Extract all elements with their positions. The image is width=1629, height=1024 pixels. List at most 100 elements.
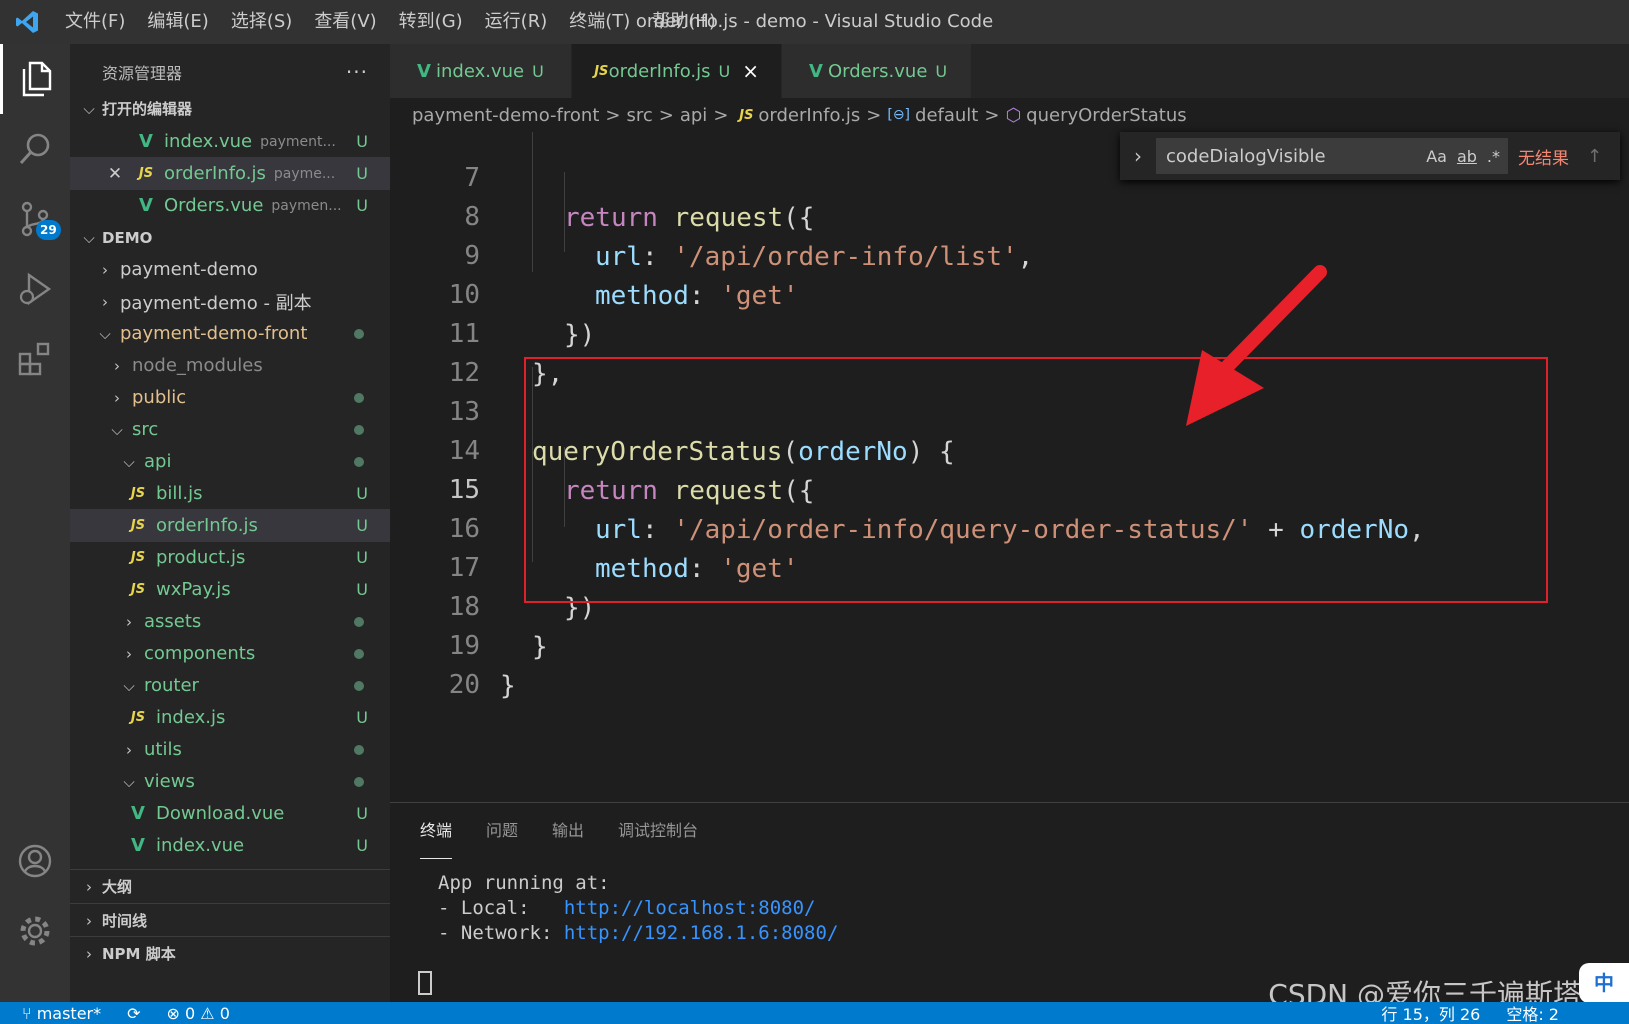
js-file-icon: JS: [130, 486, 146, 501]
tab-index-vue[interactable]: V index.vue U: [390, 44, 572, 98]
settings-gear-icon[interactable]: [0, 896, 70, 966]
menu-help[interactable]: 帮助(H): [641, 0, 727, 44]
network-url-link[interactable]: http://192.168.1.6:8080/: [564, 922, 839, 944]
sync-icon[interactable]: ⟳: [127, 1004, 140, 1023]
modified-dot: [354, 616, 364, 627]
chevron-down-icon: ⌵: [123, 452, 135, 471]
status-bar: ⑂ master* ⟳ ⊗ 0 ⚠ 0 行 15，列 26 空格: 2: [0, 1002, 1629, 1024]
outline-section[interactable]: › 大纲: [70, 870, 390, 903]
open-editor-item-active[interactable]: ✕ JS orderInfo.js payme... U: [70, 157, 390, 190]
previous-match-icon[interactable]: ↑: [1587, 146, 1602, 167]
js-file-icon: JS: [130, 710, 146, 725]
file-item[interactable]: V Download.vue U: [70, 797, 390, 830]
local-url-link[interactable]: http://localhost:8080/: [564, 897, 816, 919]
cursor-position[interactable]: 行 15，列 26: [1381, 1002, 1480, 1024]
folder-item[interactable]: ⌵ views: [70, 765, 390, 798]
chevron-right-icon: ›: [126, 612, 132, 631]
js-file-icon: JS: [130, 518, 146, 533]
breadcrumb-item[interactable]: payment-demo-front: [412, 105, 599, 126]
menu-selection[interactable]: 选择(S): [220, 0, 303, 44]
js-file-icon: JS: [739, 107, 754, 123]
file-item[interactable]: JS index.js U: [70, 701, 390, 734]
close-icon[interactable]: ✕: [104, 164, 126, 184]
terminal-output[interactable]: App running at: - Local: http://localhost…: [438, 871, 838, 946]
file-item[interactable]: V index.vue U: [70, 829, 390, 862]
modified-dot: [354, 424, 364, 435]
source-control-icon[interactable]: 29: [0, 184, 70, 254]
problems-indicator[interactable]: ⊗ 0 ⚠ 0: [167, 1004, 230, 1023]
chevron-right-icon: ›: [126, 740, 132, 759]
run-debug-icon[interactable]: [0, 254, 70, 324]
accounts-icon[interactable]: [0, 826, 70, 896]
folder-item[interactable]: › components: [70, 637, 390, 670]
vue-file-icon: V: [809, 60, 823, 82]
js-file-icon: JS: [130, 582, 146, 597]
explorer-icon[interactable]: [0, 44, 70, 114]
chevron-down-icon: ⌵: [123, 772, 135, 791]
menu-terminal[interactable]: 终端(T): [558, 0, 641, 44]
use-regex-icon[interactable]: .*: [1487, 147, 1500, 166]
match-case-icon[interactable]: Aa: [1426, 147, 1447, 166]
git-status: U: [356, 516, 368, 535]
menu-edit[interactable]: 编辑(E): [136, 0, 219, 44]
timeline-section[interactable]: › 时间线: [70, 904, 390, 937]
folder-item[interactable]: › node_modules: [70, 349, 390, 382]
npm-scripts-section[interactable]: › NPM 脚本: [70, 937, 390, 970]
folder-item[interactable]: › payment-demo: [70, 253, 390, 286]
editor-tabs: V index.vue U JS orderInfo.js U × V Orde…: [390, 44, 1629, 98]
vue-file-icon: V: [139, 195, 153, 216]
workspace-section[interactable]: ⌵ DEMO: [70, 221, 390, 254]
tab-orderinfo-js[interactable]: JS orderInfo.js U ×: [572, 44, 782, 98]
file-item[interactable]: JS bill.js U: [70, 477, 390, 510]
menu-file[interactable]: 文件(F): [54, 0, 136, 44]
menu-go[interactable]: 转到(G): [388, 0, 474, 44]
search-icon[interactable]: [0, 114, 70, 184]
menu-run[interactable]: 运行(R): [474, 0, 559, 44]
tab-debug-console[interactable]: 调试控制台: [618, 803, 698, 859]
folder-item[interactable]: ⌵ src: [70, 413, 390, 446]
branch-indicator[interactable]: ⑂ master*: [22, 1004, 101, 1023]
folder-item[interactable]: ⌵ api: [70, 445, 390, 478]
open-editor-item[interactable]: V Orders.vue paymen... U: [70, 189, 390, 222]
npm-scripts-title: NPM 脚本: [102, 945, 176, 963]
tab-orders-vue[interactable]: V Orders.vue U: [782, 44, 972, 98]
folder-item[interactable]: ⌵ router: [70, 669, 390, 702]
tab-terminal[interactable]: 终端: [420, 803, 453, 859]
breadcrumb-item[interactable]: api: [680, 105, 707, 126]
close-tab-icon[interactable]: ×: [742, 59, 759, 83]
breadcrumb-item[interactable]: queryOrderStatus: [1026, 105, 1186, 126]
tab-output[interactable]: 输出: [552, 803, 584, 859]
indentation[interactable]: 空格: 2: [1506, 1002, 1559, 1024]
extensions-icon[interactable]: [0, 324, 70, 394]
code-line: 12: [390, 313, 1629, 388]
folder-item[interactable]: › utils: [70, 733, 390, 766]
ime-indicator[interactable]: 中: [1579, 963, 1629, 1003]
terminal-label: - Local:: [438, 897, 564, 919]
modified-dot: [354, 680, 364, 691]
folder-item[interactable]: ⌵ payment-demo-front: [70, 317, 390, 350]
more-actions-icon[interactable]: ···: [346, 60, 368, 84]
find-input[interactable]: codeDialogVisible Aa ab .*: [1156, 138, 1508, 174]
toggle-replace-chevron-icon[interactable]: ›: [1120, 144, 1156, 168]
breadcrumb-item[interactable]: src: [626, 105, 652, 126]
match-whole-word-icon[interactable]: ab: [1457, 147, 1477, 166]
title-bar: 文件(F) 编辑(E) 选择(S) 查看(V) 转到(G) 运行(R) 终端(T…: [0, 0, 1629, 44]
breadcrumb-item[interactable]: default: [915, 105, 978, 126]
file-item[interactable]: JS wxPay.js U: [70, 573, 390, 606]
file-item[interactable]: JS product.js U: [70, 541, 390, 574]
folder-item[interactable]: › payment-demo - 副本: [70, 285, 390, 318]
folder-label: components: [144, 643, 256, 664]
folder-item[interactable]: › assets: [70, 605, 390, 638]
code-editor[interactable]: 7 return request({ 8 url: '/api/order-in…: [390, 132, 1629, 802]
file-path-desc: payment...: [260, 133, 336, 150]
folder-label: router: [144, 675, 199, 696]
breadcrumb: payment-demo-front > src > api > JS orde…: [390, 98, 1629, 132]
menu-view[interactable]: 查看(V): [303, 0, 387, 44]
breadcrumb-item[interactable]: orderInfo.js: [758, 105, 860, 126]
open-editor-item[interactable]: V index.vue payment... U: [70, 125, 390, 158]
folder-item[interactable]: › public: [70, 381, 390, 414]
tab-problems[interactable]: 问题: [486, 803, 518, 859]
vscode-logo-icon: [0, 0, 54, 44]
open-editors-section[interactable]: ⌵ 打开的编辑器: [70, 92, 390, 125]
file-item-selected[interactable]: JS orderInfo.js U: [70, 509, 390, 542]
